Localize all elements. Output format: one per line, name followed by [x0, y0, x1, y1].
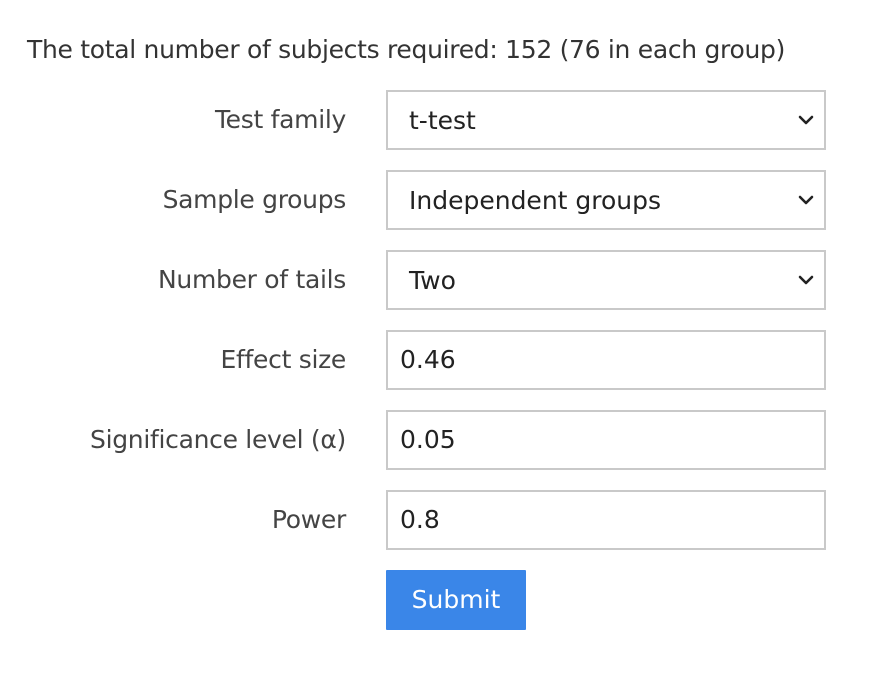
effect-size-input[interactable]: 0.46 [386, 330, 826, 390]
power-row: Power 0.8 [0, 490, 872, 550]
sample-groups-label: Sample groups [162, 185, 347, 214]
test-family-select[interactable]: t-test [386, 90, 826, 150]
power-input[interactable]: 0.8 [386, 490, 826, 550]
power-label: Power [271, 505, 346, 534]
number-of-tails-row: Number of tails Two [0, 250, 872, 310]
number-of-tails-label: Number of tails [158, 265, 346, 294]
power-value: 0.8 [400, 505, 440, 534]
test-family-label: Test family [214, 105, 346, 134]
chevron-down-icon [798, 195, 814, 205]
submit-button[interactable]: Submit [386, 570, 526, 630]
number-of-tails-select[interactable]: Two [386, 250, 826, 310]
sample-groups-select[interactable]: Independent groups [386, 170, 826, 230]
chevron-down-icon [798, 275, 814, 285]
number-of-tails-value: Two [409, 266, 456, 295]
sample-groups-value: Independent groups [409, 186, 662, 215]
sample-groups-row: Sample groups Independent groups [0, 170, 872, 230]
significance-level-value: 0.05 [400, 425, 456, 454]
chevron-down-icon [798, 115, 814, 125]
significance-level-label: Significance level (α) [90, 425, 346, 454]
effect-size-label: Effect size [220, 345, 347, 374]
test-family-value: t-test [409, 106, 476, 135]
test-family-row: Test family t-test [0, 90, 872, 150]
significance-level-input[interactable]: 0.05 [386, 410, 826, 470]
significance-level-row: Significance level (α) 0.05 [0, 410, 872, 470]
effect-size-value: 0.46 [400, 345, 456, 374]
effect-size-row: Effect size 0.46 [0, 330, 872, 390]
result-text: The total number of subjects required: 1… [27, 35, 786, 64]
